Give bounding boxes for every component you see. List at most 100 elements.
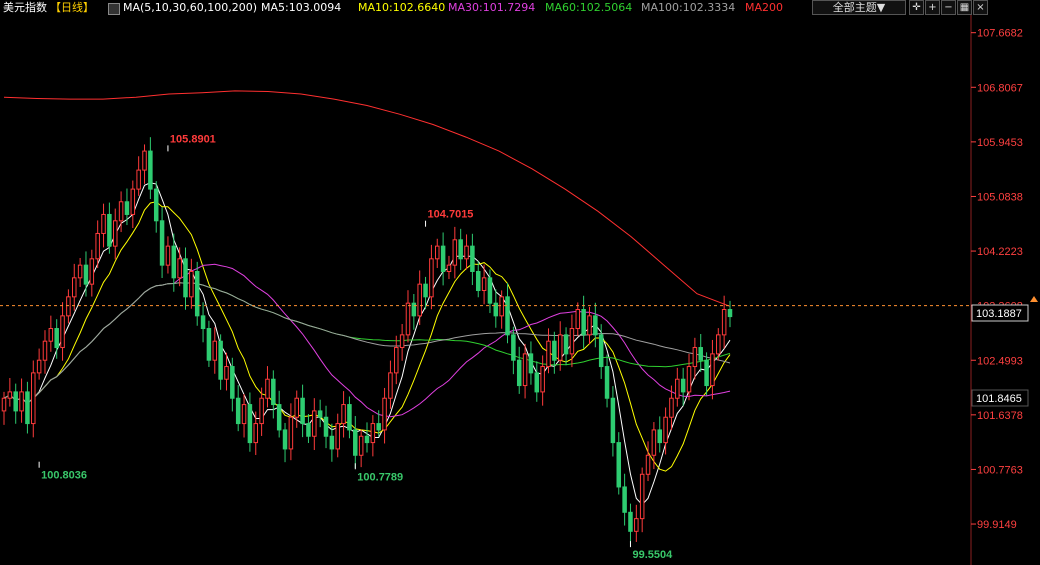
candle-body: [247, 404, 253, 444]
candle-body: [587, 315, 592, 336]
candle-body: [341, 404, 346, 425]
candle-body: [206, 328, 212, 361]
price-tags: 103.1887 101.8465: [971, 296, 1038, 407]
candle-body: [710, 353, 715, 387]
candle-body: [253, 423, 259, 444]
zoom-in-icon[interactable]: +: [925, 0, 940, 15]
ma60-line: [3, 282, 731, 404]
candle-body: [499, 296, 504, 317]
candle-body: [212, 340, 218, 361]
candle-body: [522, 353, 528, 387]
period-label[interactable]: 【日线】: [50, 0, 94, 16]
candle-body: [727, 309, 733, 318]
candle-body: [552, 340, 557, 361]
candle-body: [230, 366, 235, 399]
candle-body: [704, 359, 709, 387]
candle-body: [312, 410, 317, 437]
candle-body: [616, 442, 622, 488]
price-axis: 107.6682 106.8067 105.9453 105.0838 104.2223…: [971, 28, 1023, 531]
candle-body: [511, 334, 516, 361]
candle-body: [505, 296, 510, 336]
close-icon[interactable]: ×: [973, 0, 988, 15]
ma60-value: MA60:102.5064: [545, 1, 633, 14]
ma-settings-icon[interactable]: [108, 3, 120, 15]
candle-body: [364, 435, 370, 444]
candle-body: [353, 429, 358, 456]
candle-body: [557, 334, 563, 361]
candle-body: [493, 302, 499, 317]
ma100-line: [3, 282, 731, 404]
ma5-line: [3, 182, 731, 506]
candle-body: [399, 334, 405, 349]
candle-body: [335, 423, 340, 450]
candle-body: [639, 473, 645, 520]
candle-body: [60, 315, 65, 349]
candle-body: [634, 518, 639, 532]
candle-body: [130, 188, 136, 215]
candle-body: [628, 511, 633, 532]
candle-body: [680, 378, 686, 393]
candle-body: [142, 150, 147, 171]
candle-body: [516, 359, 522, 387]
theme-dropdown-button[interactable]: 全部主题▼: [812, 0, 906, 15]
extreme-label: 100.7789: [357, 471, 403, 483]
candle-body: [440, 245, 446, 272]
candle-body: [622, 486, 627, 513]
candle-body: [475, 270, 481, 291]
current-price-tag: 103.1887: [976, 308, 1022, 320]
candle-body: [101, 213, 106, 234]
extreme-label: 100.8036: [41, 470, 87, 482]
crosshair-icon[interactable]: ✛: [909, 0, 924, 15]
price-chart[interactable]: 107.6682 106.8067 105.9453 105.0838 104.2223…: [0, 0, 1040, 565]
candle-body: [317, 410, 323, 418]
candle-body: [241, 404, 247, 425]
settings-icon[interactable]: ▦: [957, 0, 972, 15]
y-tick-label: 104.2223: [977, 246, 1023, 258]
y-tick-label: 106.8067: [977, 82, 1023, 94]
candle-body: [716, 334, 721, 355]
candle-body: [42, 340, 48, 361]
indicator-header: 美元指数 【日线】 MA(5,10,30,60,100,200) MA5:103…: [0, 0, 1040, 16]
candle-body: [446, 264, 452, 272]
y-tick-label: 107.6682: [977, 28, 1023, 40]
y-tick-label: 102.4993: [977, 355, 1023, 367]
candle-body: [569, 328, 575, 355]
candle-body: [159, 220, 165, 266]
candle-body: [563, 334, 569, 355]
candle-body: [124, 201, 130, 215]
candle-body: [153, 188, 159, 222]
candle-body: [282, 429, 288, 450]
candle-body: [19, 391, 24, 412]
ma10-value: MA10:102.6640: [358, 1, 446, 14]
candle-body: [218, 340, 223, 380]
candle-body: [72, 277, 77, 298]
candle-body: [575, 309, 581, 330]
candle-body: [288, 416, 294, 450]
candle-body: [487, 277, 493, 304]
candle-body: [675, 378, 680, 399]
candle-body: [66, 296, 71, 317]
candle-body: [83, 264, 89, 285]
y-tick-label: 101.6378: [977, 410, 1023, 422]
candle-body: [435, 245, 440, 260]
candle-body: [423, 283, 428, 298]
candle-body: [528, 353, 534, 374]
candle-body: [31, 372, 36, 425]
candle-body: [388, 372, 393, 399]
current-price-marker-icon: [1030, 296, 1038, 302]
candle-body: [382, 397, 387, 431]
candle-body: [95, 232, 100, 260]
candle-body: [686, 366, 692, 393]
candle-body: [300, 397, 305, 425]
candle-body: [347, 404, 352, 431]
extreme-label: 104.7015: [428, 209, 474, 221]
candle-body: [54, 328, 59, 349]
ma30-value: MA30:101.7294: [448, 1, 536, 14]
candle-body: [165, 245, 171, 266]
zoom-out-icon[interactable]: −: [941, 0, 956, 15]
candle-body: [598, 334, 604, 368]
candle-body: [171, 245, 177, 279]
candle-body: [48, 328, 54, 342]
candle-body: [610, 397, 616, 444]
candle-body: [376, 423, 381, 431]
